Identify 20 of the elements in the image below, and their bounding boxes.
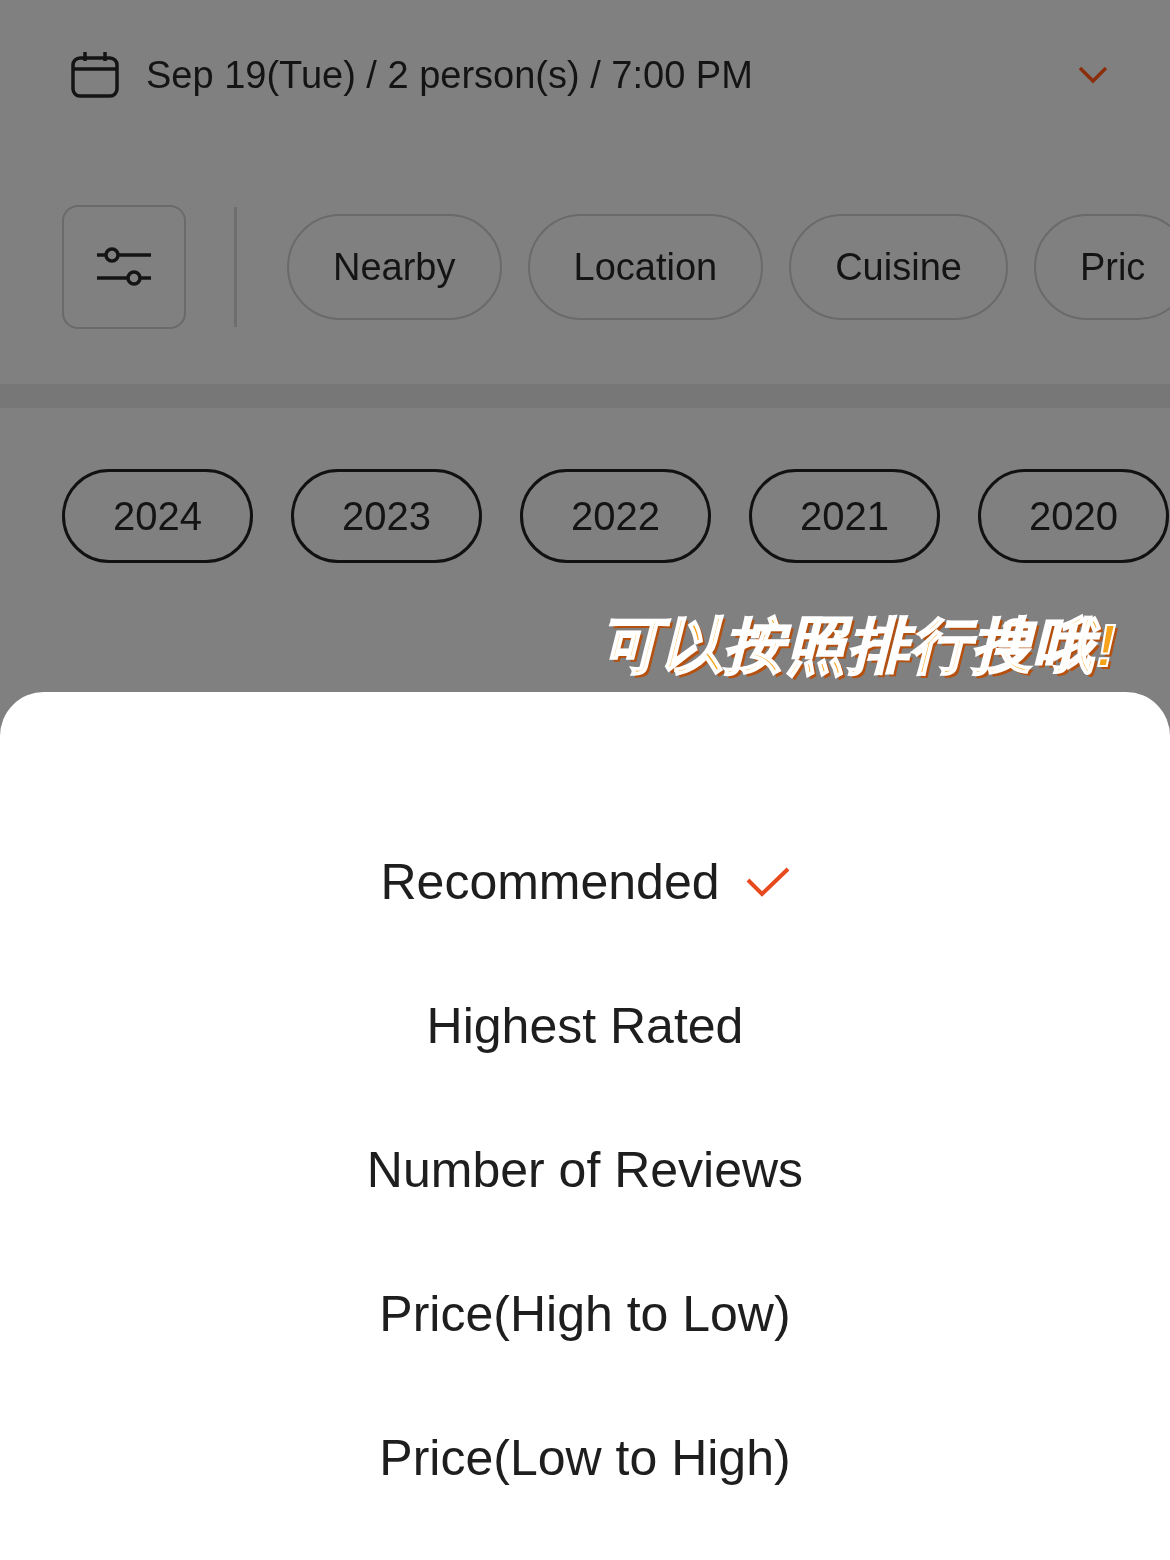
sort-option[interactable]: Recommended	[370, 810, 800, 954]
check-icon	[745, 866, 790, 898]
sort-option[interactable]: Price(Low to High)	[369, 1386, 801, 1530]
filter-button[interactable]	[62, 205, 186, 329]
filter-chip[interactable]: Pric	[1033, 214, 1170, 320]
year-chip[interactable]: 2022	[519, 469, 711, 563]
year-chip[interactable]: 2020	[977, 469, 1169, 563]
year-chip[interactable]: 2023	[291, 469, 482, 563]
filter-chip[interactable]: Location	[527, 214, 764, 320]
sliders-icon	[95, 245, 153, 289]
calendar-icon	[70, 51, 120, 99]
filter-chip[interactable]: Cuisine	[789, 214, 1008, 320]
sort-option[interactable]: Price(High to Low)	[369, 1242, 801, 1386]
year-chip[interactable]: 2021	[748, 469, 940, 563]
booking-summary[interactable]: Sep 19(Tue) / 2 person(s) / 7:00 PM	[146, 53, 1052, 97]
sticker-caption: 可以按照排行搜哦!	[600, 611, 1118, 681]
year-chip[interactable]: 2024	[62, 469, 253, 563]
sort-option[interactable]: Highest Rated	[416, 954, 754, 1098]
filter-chip[interactable]: Nearby	[287, 214, 502, 320]
sort-option[interactable]: Number of Reviews	[356, 1098, 814, 1242]
